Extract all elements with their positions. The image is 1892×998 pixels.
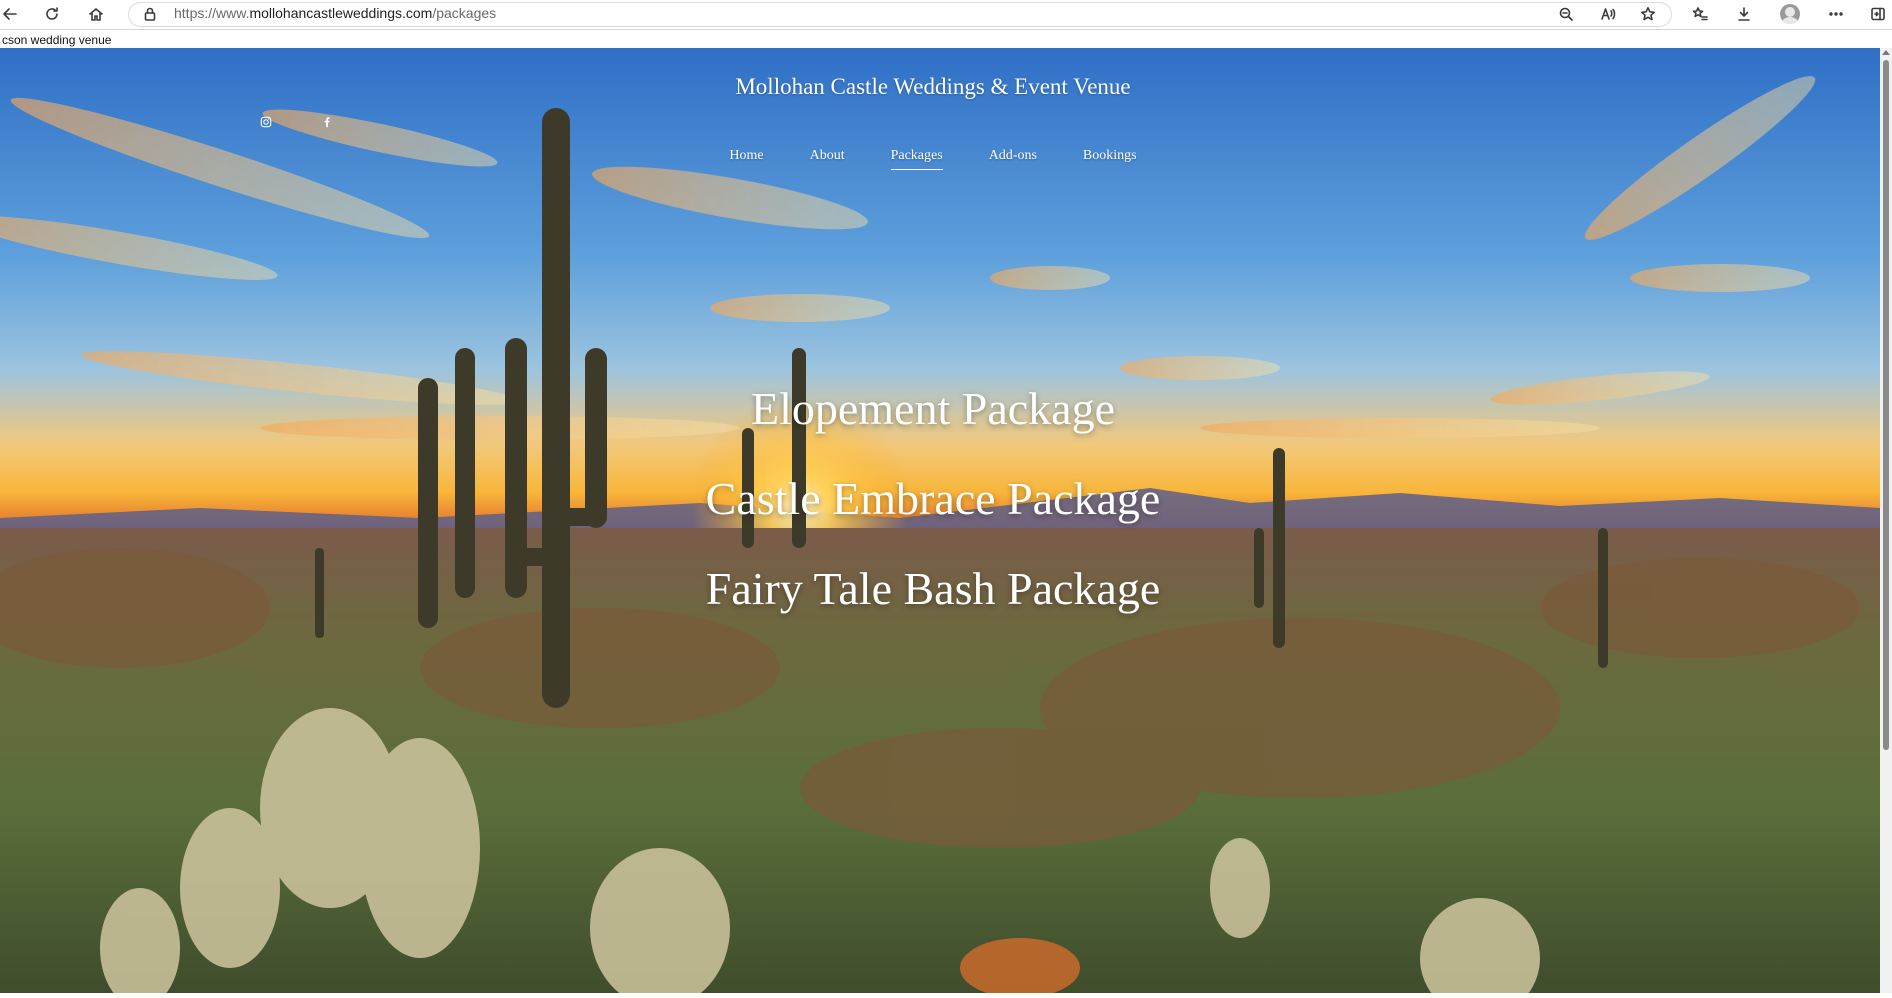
downloads-icon[interactable] — [1734, 4, 1754, 24]
bottom-edge — [0, 993, 1892, 998]
nav-packages[interactable]: Packages — [890, 148, 943, 170]
read-aloud-icon[interactable] — [1598, 4, 1618, 24]
favorites-list-icon[interactable] — [1690, 4, 1710, 24]
scroll-up-arrow-icon[interactable] — [1882, 50, 1890, 55]
scroll-thumb[interactable] — [1883, 60, 1889, 750]
url-path: /packages — [432, 5, 497, 21]
home-icon[interactable] — [86, 4, 106, 24]
url-prefix: https://www. — [174, 5, 250, 21]
more-menu-icon[interactable] — [1826, 4, 1846, 24]
url-host: mollohancastleweddings.com — [249, 5, 433, 21]
nav-about[interactable]: About — [810, 148, 845, 170]
page-scrollbar[interactable] — [1880, 48, 1892, 993]
elopement-package-link[interactable]: Elopement Package — [0, 382, 1866, 435]
facebook-icon[interactable] — [319, 114, 335, 130]
site-title[interactable]: Mollohan Castle Weddings & Event Venue — [0, 74, 1866, 100]
page-title-tooltip: cson wedding venue — [0, 32, 114, 48]
nav-add-ons[interactable]: Add-ons — [989, 148, 1037, 170]
sidebar-toggle-icon[interactable] — [1868, 4, 1888, 24]
back-arrow-icon[interactable] — [0, 4, 20, 24]
nav-bookings[interactable]: Bookings — [1083, 148, 1137, 170]
fairy-tale-bash-package-link[interactable]: Fairy Tale Bash Package — [0, 562, 1866, 615]
instagram-icon[interactable] — [258, 114, 274, 130]
zoom-out-icon[interactable] — [1556, 4, 1576, 24]
url-text[interactable]: https://www.mollohancastleweddings.com/p… — [174, 5, 496, 21]
browser-toolbar: https://www.mollohancastleweddings.com/p… — [0, 0, 1892, 30]
favorite-star-icon[interactable] — [1638, 4, 1658, 24]
lock-icon[interactable] — [140, 4, 160, 24]
nav-home[interactable]: Home — [729, 148, 763, 170]
main-nav: Home About Packages Add-ons Bookings — [0, 148, 1866, 170]
castle-embrace-package-link[interactable]: Castle Embrace Package — [0, 472, 1866, 525]
hero-banner: Mollohan Castle Weddings & Event Venue H… — [0, 48, 1880, 993]
refresh-icon[interactable] — [42, 4, 62, 24]
profile-avatar-icon[interactable] — [1780, 4, 1800, 24]
